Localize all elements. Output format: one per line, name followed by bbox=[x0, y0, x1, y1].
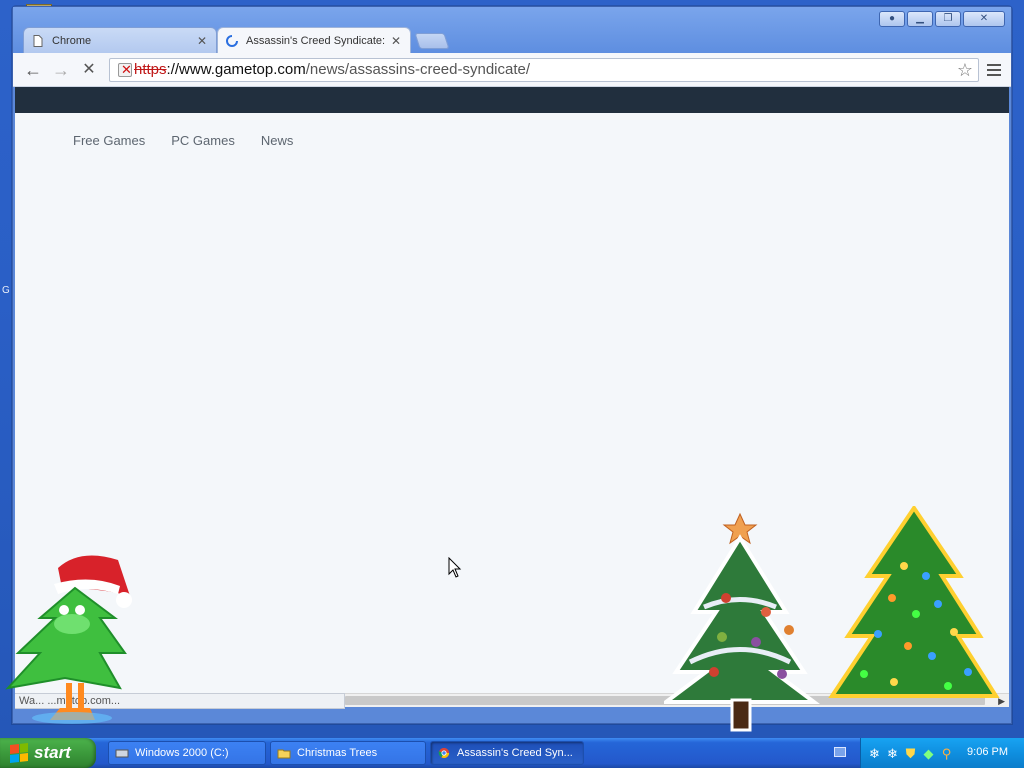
start-label: start bbox=[34, 743, 71, 762]
insecure-x-icon: ✕ bbox=[121, 62, 132, 77]
tab-close-icon[interactable]: ✕ bbox=[196, 34, 208, 48]
system-tray: ❄ ❄ ⛊ ◆ ⚲ 9:06 PM bbox=[860, 738, 1024, 768]
stop-icon[interactable]: ✕ bbox=[79, 61, 99, 79]
shield-icon[interactable]: ⛊ bbox=[903, 746, 918, 761]
task-assassins-creed[interactable]: Assassin's Creed Syn... bbox=[430, 741, 584, 765]
folder-icon bbox=[277, 749, 291, 759]
task-christmas-trees[interactable]: Christmas Trees bbox=[270, 741, 426, 765]
lit-christmas-tree-icon bbox=[828, 506, 1000, 698]
site-header bbox=[15, 87, 1009, 113]
task-label: Christmas Trees bbox=[297, 747, 378, 759]
tab-assassins-creed[interactable]: Assassin's Creed Syndicate: ✕ bbox=[217, 27, 411, 53]
user-icon[interactable]: ● bbox=[879, 11, 905, 27]
page-icon bbox=[33, 34, 43, 47]
tab-label: Assassin's Creed Syndicate: bbox=[246, 34, 386, 47]
tab-chrome[interactable]: Chrome ✕ bbox=[23, 27, 217, 53]
taskbar: start Windows 2000 (C:) Christmas Trees … bbox=[0, 738, 1024, 768]
windows-logo-icon bbox=[10, 743, 28, 763]
snowflake-icon[interactable]: ❄ bbox=[885, 746, 900, 761]
nav-pc-games[interactable]: PC Games bbox=[171, 133, 235, 148]
search-icon[interactable]: ⚲ bbox=[939, 746, 954, 761]
clock[interactable]: 9:06 PM bbox=[967, 746, 1008, 758]
tab-strip: Chrome ✕ Assassin's Creed Syndicate: ✕ ●… bbox=[13, 7, 1011, 53]
window-controls: ● ▁ ❐ ✕ bbox=[879, 11, 1005, 27]
cartoon-tree-mascot-icon bbox=[5, 555, 132, 724]
url-host: ://www.gametop.com bbox=[166, 61, 306, 78]
drive-icon bbox=[115, 749, 129, 758]
close-button[interactable]: ✕ bbox=[963, 11, 1005, 27]
bookmark-star-icon[interactable]: ☆ bbox=[954, 59, 976, 81]
tab-close-icon[interactable]: ✕ bbox=[390, 34, 402, 48]
desktop-edge-label: G bbox=[2, 285, 10, 296]
minimize-button[interactable]: ▁ bbox=[907, 11, 933, 27]
url-path: /news/assassins-creed-syndicate/ bbox=[305, 61, 531, 78]
task-label: Windows 2000 (C:) bbox=[135, 747, 229, 759]
start-button[interactable]: start bbox=[0, 738, 96, 768]
tab-label: Chrome bbox=[52, 34, 92, 47]
mouse-cursor-icon bbox=[448, 557, 462, 578]
snowflake-icon[interactable]: ❄ bbox=[867, 746, 882, 761]
nav-news[interactable]: News bbox=[261, 133, 294, 148]
new-tab-button[interactable] bbox=[414, 33, 450, 49]
nav-free-games[interactable]: Free Games bbox=[73, 133, 145, 148]
browser-toolbar: ← → ✕ ✕ https://www.gametop.com/news/ass… bbox=[13, 53, 1011, 87]
restore-button[interactable]: ❐ bbox=[935, 11, 961, 27]
url-text: https://www.gametop.com/news/assassins-c… bbox=[134, 59, 530, 81]
keyboard-icon[interactable] bbox=[834, 747, 846, 757]
loading-spinner-icon bbox=[226, 34, 238, 47]
forward-icon[interactable]: → bbox=[51, 61, 71, 79]
address-bar[interactable]: ✕ https://www.gametop.com/news/assassins… bbox=[109, 58, 979, 82]
christmas-tree-icon bbox=[664, 512, 820, 732]
task-label: Assassin's Creed Syn... bbox=[457, 747, 573, 759]
chrome-icon bbox=[438, 747, 450, 759]
task-windows-2000[interactable]: Windows 2000 (C:) bbox=[108, 741, 266, 765]
back-icon[interactable]: ← bbox=[23, 61, 43, 79]
chrome-menu-icon[interactable] bbox=[985, 61, 1003, 79]
network-icon[interactable]: ◆ bbox=[921, 746, 936, 761]
site-nav: Free Games PC Games News bbox=[73, 133, 293, 148]
url-scheme: https bbox=[134, 61, 167, 78]
